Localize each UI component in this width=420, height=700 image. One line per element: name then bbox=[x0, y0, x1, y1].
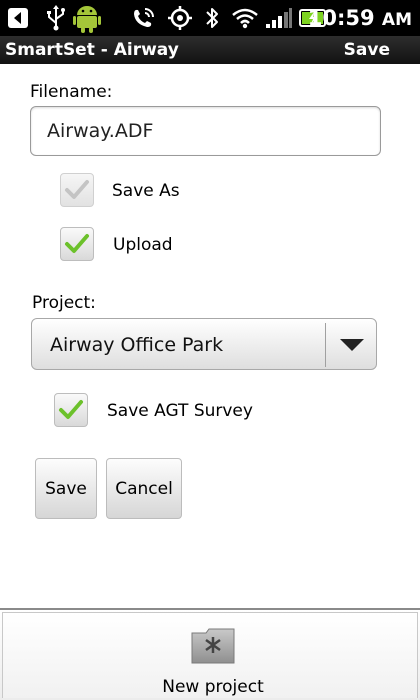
check-icon bbox=[65, 234, 89, 253]
clock: 10:59 AM bbox=[308, 5, 412, 31]
title-bar: SmartSet - Airway Save bbox=[0, 36, 420, 64]
save-as-label: Save As bbox=[112, 181, 180, 201]
cancel-button[interactable]: Cancel bbox=[106, 458, 182, 519]
save-agt-survey-label: Save AGT Survey bbox=[107, 401, 253, 421]
bottom-bar: New project bbox=[0, 608, 420, 700]
save-button[interactable]: Save bbox=[35, 458, 97, 519]
check-icon bbox=[65, 180, 89, 199]
upload-checkbox[interactable] bbox=[60, 227, 94, 261]
new-project-label: New project bbox=[162, 677, 264, 697]
status-bar: 10:59 AM bbox=[0, 0, 420, 36]
app-title: SmartSet - Airway bbox=[5, 40, 179, 60]
back-icon bbox=[4, 5, 32, 31]
chevron-down-icon[interactable] bbox=[326, 319, 378, 371]
phone-signal-icon bbox=[130, 5, 158, 31]
clock-ampm: AM bbox=[381, 10, 412, 30]
check-icon bbox=[59, 400, 83, 419]
android-icon bbox=[72, 5, 102, 33]
gps-icon bbox=[166, 5, 194, 31]
save-agt-survey-checkbox[interactable] bbox=[54, 393, 88, 427]
project-spinner[interactable]: Airway Office Park bbox=[31, 318, 377, 370]
project-selected-value: Airway Office Park bbox=[50, 334, 224, 356]
filename-input[interactable] bbox=[47, 107, 367, 155]
folder-new-icon bbox=[190, 627, 236, 667]
wifi-icon bbox=[231, 5, 259, 31]
clock-time: 10:59 bbox=[307, 6, 375, 30]
signal-bars-icon bbox=[264, 5, 294, 31]
title-save-button[interactable]: Save bbox=[344, 36, 390, 64]
filename-field[interactable] bbox=[30, 106, 381, 156]
filename-label: Filename: bbox=[30, 82, 113, 102]
usb-icon bbox=[44, 5, 68, 31]
new-project-tab[interactable]: New project bbox=[2, 612, 418, 698]
project-label: Project: bbox=[32, 293, 96, 313]
upload-label: Upload bbox=[113, 235, 173, 255]
bluetooth-icon bbox=[202, 5, 222, 31]
save-as-checkbox[interactable] bbox=[60, 173, 94, 207]
